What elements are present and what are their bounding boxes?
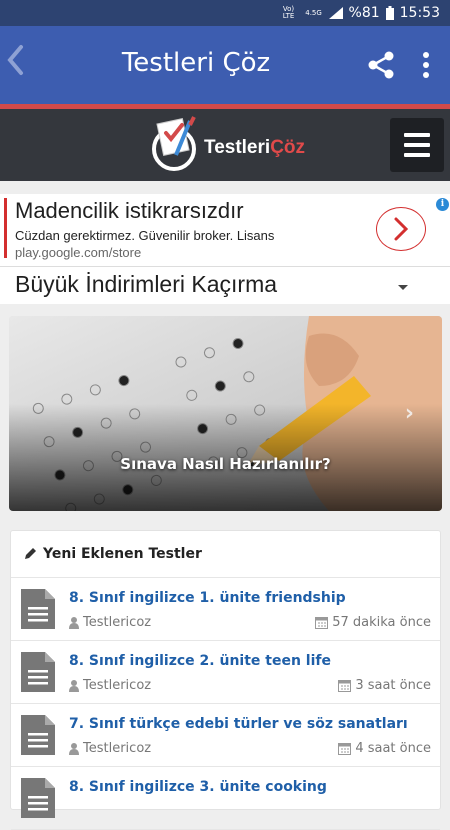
list-item[interactable]: 8. Sınıf ingilizce 1. ünite friendship T… <box>11 578 440 641</box>
caret-down-icon <box>398 285 408 290</box>
clock: 15:53 <box>399 5 440 21</box>
ad-info-icon[interactable]: i <box>436 198 449 211</box>
time-ago: 3 saat önce <box>355 678 431 693</box>
test-title-link[interactable]: 8. Sınıf ingilizce 1. ünite friendship <box>69 590 346 606</box>
logo-mark-icon <box>152 116 196 171</box>
time-ago: 57 dakika önce <box>332 615 431 630</box>
author: Testlericoz <box>69 741 151 756</box>
calendar-icon <box>338 680 352 692</box>
author: Testlericoz <box>69 615 151 630</box>
ad-banner[interactable]: Madencilik istikrarsızdır Cüzdan gerekti… <box>0 194 450 266</box>
battery-percent: %81 <box>348 5 380 21</box>
app-bar: Testleri Çöz <box>0 26 450 104</box>
post-time: 57 dakika önce <box>315 615 431 630</box>
post-time: 3 saat önce <box>338 678 431 693</box>
card-header: Yeni Eklenen Testler <box>11 531 440 578</box>
user-icon <box>69 616 79 629</box>
share-button[interactable] <box>366 50 396 80</box>
slide-caption[interactable]: Sınava Nasıl Hazırlanılır? <box>9 455 442 473</box>
author-name[interactable]: Testlericoz <box>83 615 151 630</box>
status-bar: Vo) LTE 4.5G %81 15:53 <box>0 0 450 26</box>
site-header: TestleriÇöz <box>0 109 450 181</box>
document-icon <box>21 715 55 755</box>
post-time: 4 saat önce <box>338 741 431 756</box>
pencil-icon <box>25 548 36 559</box>
hamburger-line <box>404 143 430 147</box>
page-title: Testleri Çöz <box>121 48 271 78</box>
test-title-link[interactable]: 8. Sınıf ingilizce 2. ünite teen life <box>69 653 331 669</box>
document-icon <box>21 589 55 629</box>
ad-url: play.google.com/store <box>15 245 142 260</box>
document-icon <box>21 652 55 692</box>
ad-open-button[interactable] <box>376 207 426 251</box>
signal-icon <box>328 7 343 19</box>
more-vertical-icon <box>423 52 429 78</box>
ad-description: Cüzdan gerektirmez. Güvenilir broker. Li… <box>15 228 275 243</box>
list-item[interactable]: 7. Sınıf türkçe edebi türler ve söz sana… <box>11 704 440 767</box>
author-name[interactable]: Testlericoz <box>83 678 151 693</box>
hamburger-line <box>404 153 430 157</box>
test-title-link[interactable]: 7. Sınıf türkçe edebi türler ve söz sana… <box>69 716 408 732</box>
logo-text: TestleriÇöz <box>204 137 305 159</box>
ad-headline[interactable]: Madencilik istikrarsızdır <box>15 198 244 224</box>
list-item[interactable]: 8. Sınıf ingilizce 2. ünite teen life Te… <box>11 641 440 704</box>
calendar-icon <box>338 743 352 755</box>
author: Testlericoz <box>69 678 151 693</box>
logo-text-part-1: Testleri <box>204 137 271 158</box>
site-logo[interactable]: TestleriÇöz <box>146 115 316 175</box>
author-name[interactable]: Testlericoz <box>83 741 151 756</box>
dropdown-label: Büyük İndirimleri Kaçırma <box>15 271 278 297</box>
overflow-menu-button[interactable] <box>416 50 436 80</box>
calendar-icon <box>315 617 329 629</box>
card-title: Yeni Eklenen Testler <box>43 546 202 562</box>
test-title-link[interactable]: 8. Sınıf ingilizce 3. ünite cooking <box>69 779 327 795</box>
chevron-right-icon <box>394 217 408 240</box>
user-icon <box>69 679 79 692</box>
latest-tests-card: Yeni Eklenen Testler 8. Sınıf ingilizce … <box>10 530 441 830</box>
logo-text-part-2: Çöz <box>270 137 306 158</box>
battery-icon <box>385 6 394 20</box>
network-type: 4.5G <box>305 8 322 17</box>
slider-next-button[interactable]: › <box>405 401 414 426</box>
hamburger-line <box>404 133 430 137</box>
answer-sheet-image <box>9 316 442 511</box>
ad-accent-bar <box>4 198 7 258</box>
volte-indicator: Vo) LTE <box>282 5 295 20</box>
list-item[interactable]: 8. Sınıf ingilizce 3. ünite cooking <box>11 767 440 830</box>
featured-slider[interactable]: Sınava Nasıl Hazırlanılır? › <box>9 316 442 511</box>
promo-dropdown[interactable]: Büyük İndirimleri Kaçırma <box>0 266 450 304</box>
hamburger-menu-button[interactable] <box>390 118 444 172</box>
document-icon <box>21 778 55 818</box>
share-icon <box>368 51 394 79</box>
time-ago: 4 saat önce <box>355 741 431 756</box>
user-icon <box>69 742 79 755</box>
